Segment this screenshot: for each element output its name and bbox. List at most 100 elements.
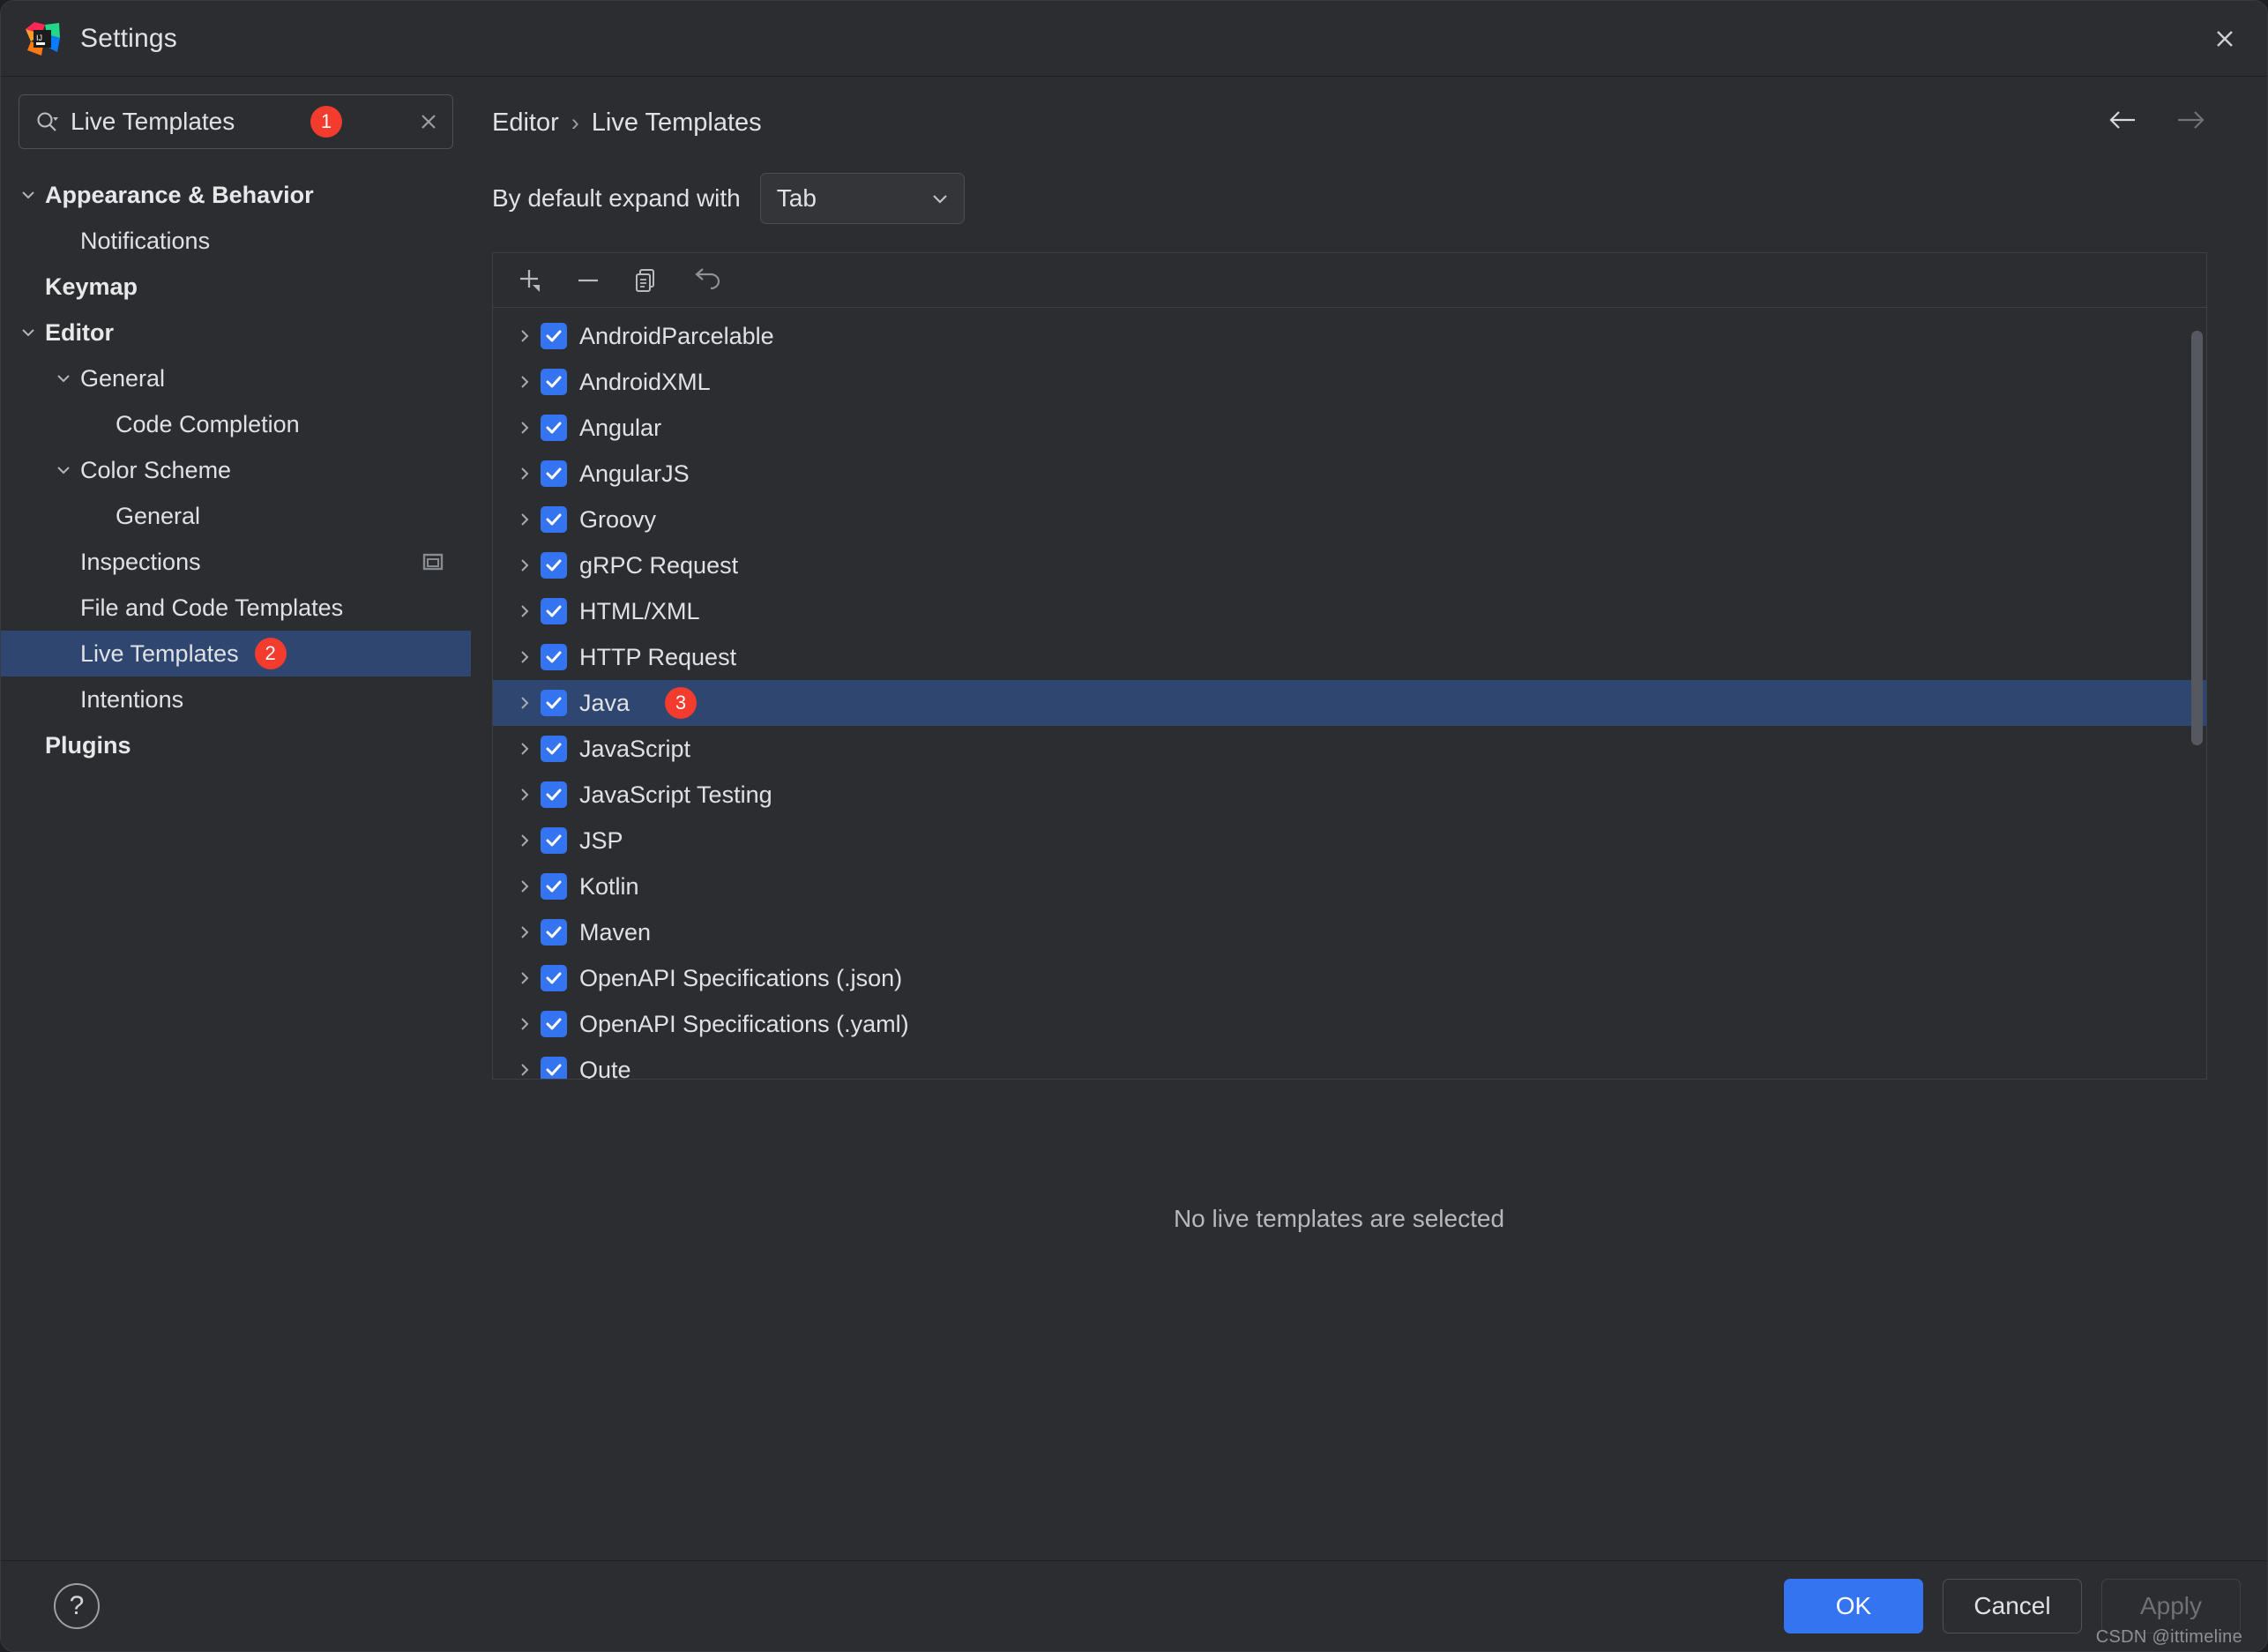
- chevron-right-icon[interactable]: [509, 968, 541, 988]
- group-enabled-checkbox[interactable]: [541, 460, 567, 487]
- close-icon[interactable]: [2205, 19, 2244, 58]
- table-row[interactable]: JSP: [493, 818, 2206, 863]
- chevron-down-icon[interactable]: [13, 185, 43, 205]
- group-enabled-checkbox[interactable]: [541, 1011, 567, 1037]
- help-button[interactable]: ?: [54, 1583, 100, 1629]
- search-input[interactable]: Live Templates 1: [19, 94, 453, 149]
- window-title: Settings: [80, 23, 177, 53]
- duplicate-template-button[interactable]: [623, 258, 669, 303]
- sidebar-item-plugins[interactable]: Plugins: [1, 722, 471, 768]
- table-row[interactable]: gRPC Request: [493, 542, 2206, 588]
- chevron-right-icon[interactable]: [509, 602, 541, 621]
- chevron-right-icon[interactable]: [509, 693, 541, 713]
- sidebar-item-editor[interactable]: Editor: [1, 310, 471, 355]
- sidebar-item-general[interactable]: General: [1, 493, 471, 539]
- group-enabled-checkbox[interactable]: [541, 690, 567, 716]
- sidebar-item-file-and-code-templates[interactable]: File and Code Templates: [1, 585, 471, 631]
- table-row[interactable]: AndroidXML: [493, 359, 2206, 405]
- chevron-right-icon[interactable]: [509, 1060, 541, 1079]
- chevron-right-icon[interactable]: [509, 785, 541, 804]
- table-row[interactable]: Java 3: [493, 680, 2206, 726]
- group-enabled-checkbox[interactable]: [541, 873, 567, 900]
- template-group-list[interactable]: AndroidParcelable AndroidXML Angular Angula…: [493, 308, 2206, 1079]
- group-enabled-checkbox[interactable]: [541, 919, 567, 946]
- table-row[interactable]: HTTP Request: [493, 634, 2206, 680]
- chevron-right-icon[interactable]: [509, 831, 541, 850]
- list-scrollbar[interactable]: [2191, 331, 2203, 745]
- chevron-right-icon[interactable]: [509, 877, 541, 896]
- remove-template-button[interactable]: [565, 258, 611, 303]
- sidebar-item-live-templates[interactable]: Live Templates 2: [1, 631, 471, 676]
- chevron-right-icon[interactable]: [509, 326, 541, 346]
- settings-window: IJ Settings Live Templates 1 Appearance …: [0, 0, 2268, 1652]
- sidebar-item-label: Code Completion: [116, 410, 300, 437]
- group-enabled-checkbox[interactable]: [541, 323, 567, 349]
- group-enabled-checkbox[interactable]: [541, 644, 567, 670]
- chevron-right-icon[interactable]: [509, 510, 541, 529]
- chevron-right-icon[interactable]: [509, 923, 541, 942]
- group-enabled-checkbox[interactable]: [541, 369, 567, 395]
- table-row[interactable]: Kotlin: [493, 863, 2206, 909]
- cancel-button[interactable]: Cancel: [1943, 1579, 2082, 1633]
- group-enabled-checkbox[interactable]: [541, 506, 567, 533]
- clear-icon[interactable]: [417, 110, 440, 133]
- group-label: Qute: [579, 1056, 631, 1080]
- sidebar-item-inspections[interactable]: Inspections: [1, 539, 471, 585]
- add-template-button[interactable]: [507, 258, 553, 303]
- chevron-right-icon[interactable]: [509, 418, 541, 437]
- group-label: AndroidXML: [579, 368, 711, 395]
- group-enabled-checkbox[interactable]: [541, 552, 567, 579]
- table-row[interactable]: Groovy: [493, 497, 2206, 542]
- sidebar-item-intentions[interactable]: Intentions: [1, 676, 471, 722]
- sidebar-item-keymap[interactable]: Keymap: [1, 264, 471, 310]
- table-row[interactable]: JavaScript: [493, 726, 2206, 772]
- settings-sidebar: Live Templates 1 Appearance & Behavior No…: [1, 77, 471, 1560]
- chevron-right-icon[interactable]: [509, 739, 541, 759]
- sidebar-item-appearance-behavior[interactable]: Appearance & Behavior: [1, 172, 471, 218]
- chevron-right-icon[interactable]: [509, 464, 541, 483]
- group-label: Groovy: [579, 505, 657, 533]
- group-label: Java: [579, 689, 630, 716]
- group-label: Maven: [579, 918, 652, 946]
- sidebar-item-color-scheme[interactable]: Color Scheme: [1, 447, 471, 493]
- group-enabled-checkbox[interactable]: [541, 781, 567, 808]
- group-enabled-checkbox[interactable]: [541, 598, 567, 624]
- group-label: HTTP Request: [579, 643, 737, 670]
- table-row[interactable]: JavaScript Testing: [493, 772, 2206, 818]
- chevron-down-icon[interactable]: [48, 369, 78, 388]
- group-enabled-checkbox[interactable]: [541, 415, 567, 441]
- sidebar-item-notifications[interactable]: Notifications: [1, 218, 471, 264]
- table-row[interactable]: Qute: [493, 1047, 2206, 1079]
- breadcrumb-parent[interactable]: Editor: [492, 108, 559, 138]
- search-area: Live Templates 1: [1, 77, 471, 165]
- arrow-left-icon[interactable]: [2107, 107, 2140, 133]
- chevron-down-icon[interactable]: [13, 323, 43, 342]
- table-row[interactable]: AngularJS: [493, 451, 2206, 497]
- chevron-right-icon[interactable]: [509, 1014, 541, 1034]
- expand-with-select[interactable]: Tab: [759, 173, 965, 224]
- ok-button[interactable]: OK: [1784, 1579, 1923, 1633]
- chevron-right-icon[interactable]: [509, 647, 541, 667]
- chevron-right-icon[interactable]: [509, 372, 541, 392]
- group-enabled-checkbox[interactable]: [541, 965, 567, 991]
- apply-button: Apply: [2101, 1579, 2241, 1633]
- arrow-right-icon[interactable]: [2174, 107, 2207, 133]
- group-enabled-checkbox[interactable]: [541, 736, 567, 762]
- table-row[interactable]: OpenAPI Specifications (.json): [493, 955, 2206, 1001]
- table-row[interactable]: Angular: [493, 405, 2206, 451]
- sidebar-item-general[interactable]: General: [1, 355, 471, 401]
- chevron-right-icon[interactable]: [509, 556, 541, 575]
- table-row[interactable]: Maven: [493, 909, 2206, 955]
- table-row[interactable]: HTML/XML: [493, 588, 2206, 634]
- group-enabled-checkbox[interactable]: [541, 827, 567, 854]
- chevron-down-icon[interactable]: [48, 460, 78, 480]
- open-in-window-icon[interactable]: [422, 552, 444, 572]
- revert-template-button[interactable]: [682, 258, 727, 303]
- sidebar-item-code-completion[interactable]: Code Completion: [1, 401, 471, 447]
- sidebar-item-label: Live Templates: [80, 639, 239, 667]
- sidebar-item-label: General: [80, 364, 166, 392]
- table-row[interactable]: AndroidParcelable: [493, 313, 2206, 359]
- group-enabled-checkbox[interactable]: [541, 1057, 567, 1079]
- table-row[interactable]: OpenAPI Specifications (.yaml): [493, 1001, 2206, 1047]
- sidebar-step-badge: 2: [254, 638, 287, 669]
